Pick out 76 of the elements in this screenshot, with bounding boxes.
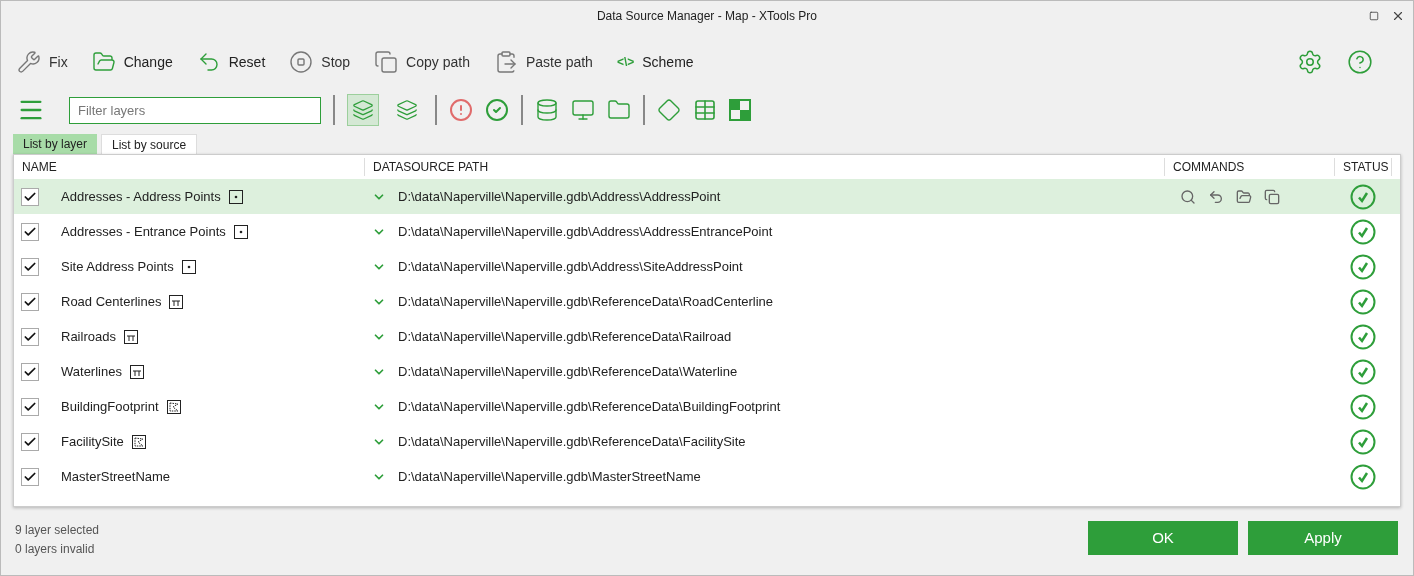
toolbar-button[interactable]: Change bbox=[91, 50, 173, 74]
code-icon: <\> bbox=[616, 53, 635, 71]
close-icon[interactable] bbox=[1391, 9, 1405, 23]
checkbox[interactable] bbox=[21, 187, 39, 206]
layer-name: Waterlines bbox=[61, 362, 122, 381]
status-text: 0 layers invalid bbox=[15, 541, 96, 558]
copy-icon bbox=[374, 50, 399, 74]
tab[interactable]: List by layer bbox=[13, 134, 98, 154]
folder-icon bbox=[91, 50, 116, 74]
column-header: DATASOURCE PATH bbox=[364, 158, 1164, 176]
alert-icon[interactable] bbox=[449, 98, 473, 122]
column-header: NAME bbox=[21, 159, 58, 176]
checkbox[interactable] bbox=[21, 257, 39, 276]
folder-icon[interactable] bbox=[1236, 188, 1252, 205]
table-row[interactable]: Waterlines D:\data\Naperville\Naperville.gdb\ReferenceData\Waterline bbox=[14, 354, 1400, 389]
column-header: STATUS bbox=[1334, 158, 1392, 176]
table-row[interactable]: Road Centerlines D:\data\Naperville\Naperville.gdb\ReferenceData\RoadCenterline bbox=[14, 284, 1400, 319]
datasource-path: D:\data\Naperville\Naperville.gdb\Address\AddressPoint bbox=[398, 187, 721, 206]
datasource-path: D:\data\Naperville\Naperville.gdb\Address\SiteAddressPoint bbox=[398, 257, 743, 276]
datasource-path: D:\data\Naperville\Naperville.gdb\ReferenceData\FacilitySite bbox=[398, 432, 746, 451]
layer-name: MasterStreetName bbox=[61, 467, 171, 486]
filter-field[interactable]: Filter layers bbox=[69, 96, 321, 124]
monitor-icon[interactable] bbox=[571, 98, 595, 122]
point-icon bbox=[181, 259, 196, 274]
table-row[interactable]: Addresses - Address Points D:\data\Naperville\Naperville.gdb\Address\AddressPoint bbox=[14, 179, 1400, 214]
checkbox[interactable] bbox=[21, 432, 39, 451]
maximize-icon[interactable] bbox=[1369, 11, 1379, 21]
checkbox[interactable] bbox=[21, 327, 39, 346]
layer-name: Addresses - Entrance Points bbox=[61, 222, 226, 241]
view-toggle-button[interactable] bbox=[347, 94, 379, 126]
checkbox[interactable] bbox=[21, 467, 39, 486]
checkbox[interactable] bbox=[21, 292, 39, 311]
checkbox[interactable] bbox=[21, 362, 39, 381]
table-row[interactable]: BuildingFootprint D:\data\Naperville\Naperville.gdb\ReferenceData\BuildingFootprint bbox=[14, 389, 1400, 424]
folder-icon[interactable] bbox=[607, 98, 631, 122]
undo-icon[interactable] bbox=[1208, 188, 1224, 205]
layer-name: FacilitySite bbox=[61, 432, 124, 451]
datasource-path: D:\data\Naperville\Naperville.gdb\MasterStreetName bbox=[398, 467, 701, 486]
datasource-path: D:\data\Naperville\Naperville.gdb\ReferenceData\BuildingFootprint bbox=[398, 397, 781, 416]
layer-name: BuildingFootprint bbox=[61, 397, 159, 416]
diamond-icon[interactable] bbox=[657, 98, 681, 122]
copy-icon[interactable] bbox=[1264, 188, 1280, 205]
stop-icon bbox=[289, 50, 314, 74]
checkbox[interactable] bbox=[21, 397, 39, 416]
column-header: COMMANDS bbox=[1164, 158, 1334, 176]
check-circle-icon[interactable] bbox=[485, 98, 509, 122]
layer-name: Site Address Points bbox=[61, 257, 174, 276]
table-row[interactable]: Site Address Points D:\data\Naperville\Naperville.gdb\Address\SiteAddressPoint bbox=[14, 249, 1400, 284]
polygon-icon bbox=[166, 399, 181, 414]
settings-icon[interactable] bbox=[1297, 49, 1323, 75]
search-icon[interactable] bbox=[1180, 188, 1196, 205]
tab[interactable]: List by source bbox=[101, 134, 198, 154]
layer-name: Road Centerlines bbox=[61, 292, 162, 311]
table-row[interactable]: Railroads D:\data\Naperville\Naperville.gdb\ReferenceData\Railroad bbox=[14, 319, 1400, 354]
layer-name: Addresses - Address Points bbox=[61, 187, 221, 206]
toolbar-button[interactable]: Reset bbox=[196, 50, 266, 74]
table-row[interactable]: Addresses - Entrance Points D:\data\Naperville\Naperville.gdb\Address\AddressEntrancePoint bbox=[14, 214, 1400, 249]
checkbox[interactable] bbox=[21, 222, 39, 241]
datasource-path: D:\data\Naperville\Naperville.gdb\ReferenceData\Waterline bbox=[398, 362, 738, 381]
point-icon bbox=[228, 189, 243, 204]
database-icon[interactable] bbox=[535, 98, 559, 122]
datasource-path: D:\data\Naperville\Naperville.gdb\Address\AddressEntrancePoint bbox=[398, 222, 773, 241]
datasource-path: D:\data\Naperville\Naperville.gdb\ReferenceData\Railroad bbox=[398, 327, 732, 346]
table-icon[interactable] bbox=[693, 98, 717, 122]
window-title: Data Source Manager - Map - XTools Pro bbox=[596, 8, 818, 25]
wrench-icon bbox=[17, 50, 41, 74]
table-row[interactable]: FacilitySite D:\data\Naperville\Naperville.gdb\ReferenceData\FacilitySite bbox=[14, 424, 1400, 459]
point-icon bbox=[233, 224, 248, 239]
datasource-path: D:\data\Naperville\Naperville.gdb\ReferenceData\RoadCenterline bbox=[398, 292, 774, 311]
status-text: 9 layer selected bbox=[15, 522, 100, 539]
help-icon[interactable] bbox=[1347, 49, 1373, 75]
polygon-icon bbox=[131, 434, 146, 449]
table-row[interactable]: MasterStreetName D:\data\Naperville\Naperville.gdb\MasterStreetName bbox=[14, 459, 1400, 494]
layer-name: Railroads bbox=[61, 327, 116, 346]
toolbar-button[interactable]: <\> Scheme bbox=[616, 51, 694, 73]
checker-icon[interactable] bbox=[729, 99, 751, 121]
